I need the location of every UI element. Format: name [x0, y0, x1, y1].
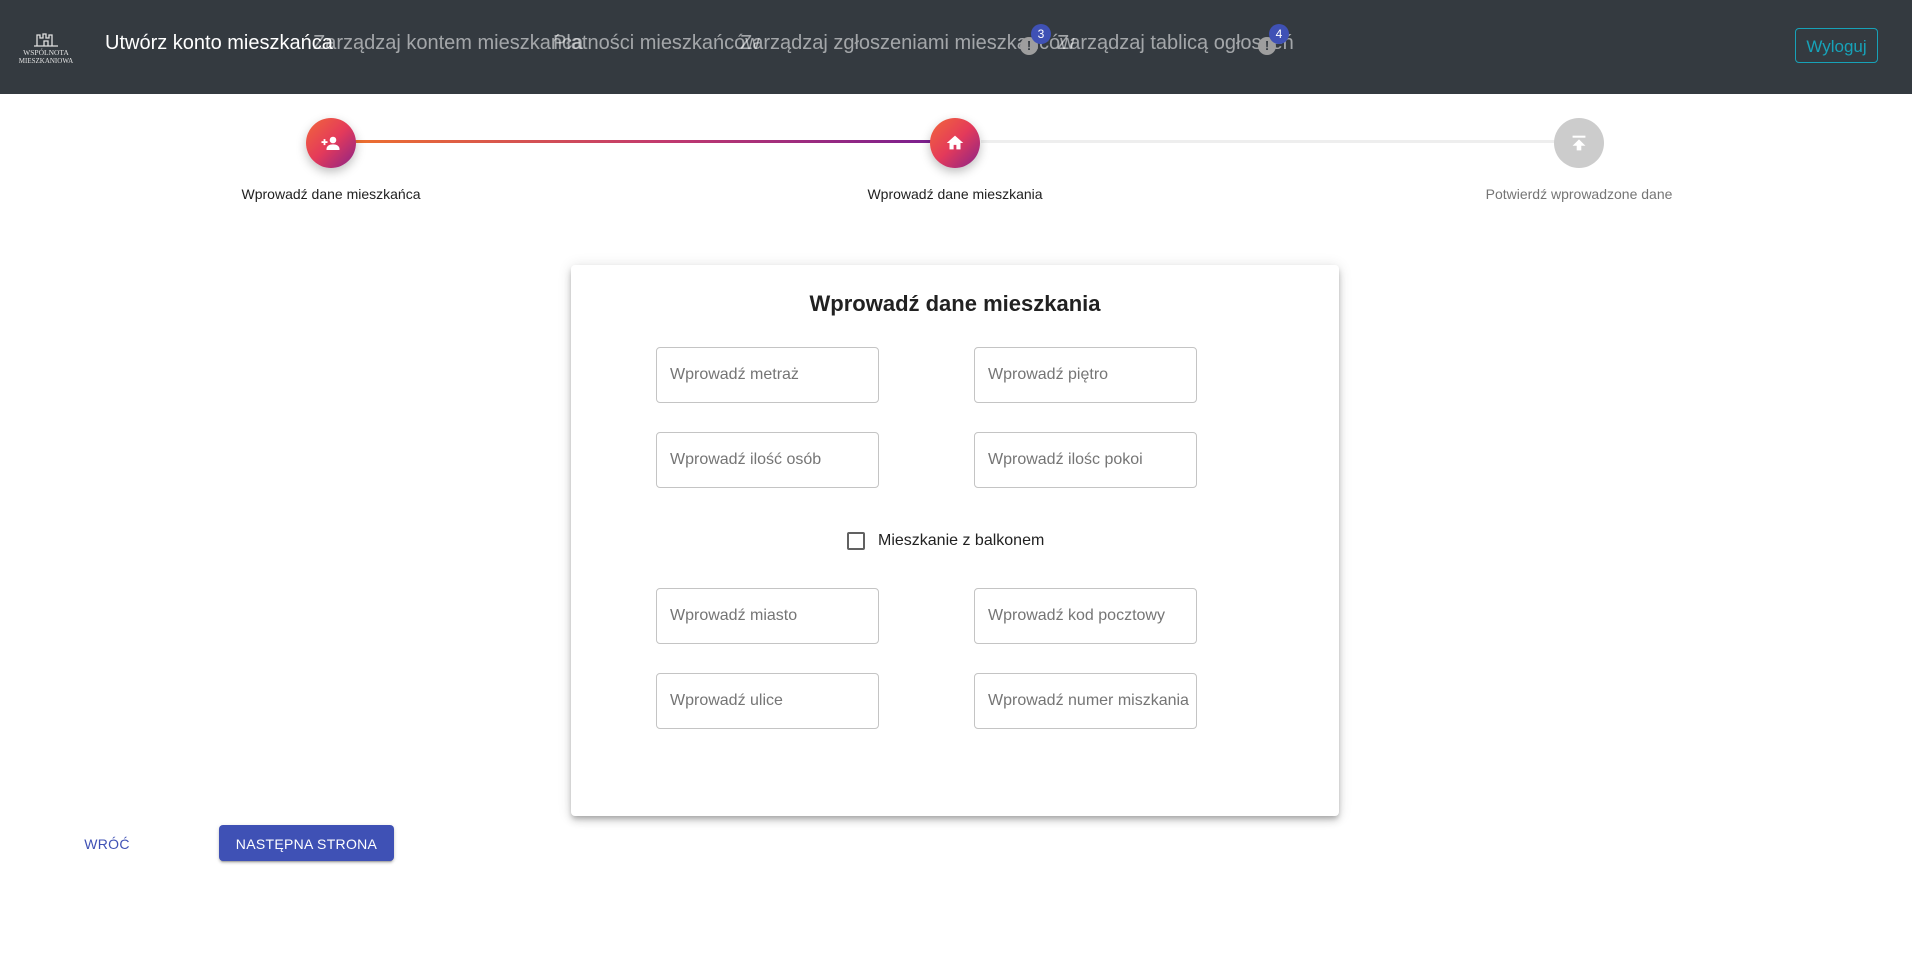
- step-1-label: Wprowadź dane mieszkańca: [241, 186, 421, 202]
- step-connector-pending: [981, 140, 1555, 143]
- reports-badge: 3: [1031, 24, 1051, 44]
- top-navbar: WSPÓLNOTA MIESZKANIOWA Utwórz konto mies…: [0, 0, 1912, 94]
- back-button[interactable]: WRÓĆ: [66, 825, 148, 861]
- logo-line2: MIESZKANIOWA: [19, 57, 73, 65]
- logout-button[interactable]: Wyloguj: [1795, 28, 1878, 63]
- step-2-label: Wprowadź dane mieszkania: [867, 186, 1043, 202]
- form-title: Wprowadź dane mieszkania: [809, 291, 1101, 316]
- apartment-form-card: Wprowadź dane mieszkania Mieszkanie z ba…: [571, 265, 1339, 816]
- step-3-label: Potwierdź wprowadzone dane: [1485, 186, 1673, 202]
- street-input[interactable]: [656, 673, 879, 729]
- castle-icon: WSPÓLNOTA MIESZKANIOWA: [19, 33, 73, 65]
- apartment-number-input[interactable]: [974, 673, 1197, 729]
- logo[interactable]: WSPÓLNOTA MIESZKANIOWA: [13, 26, 79, 66]
- step-2-circle: [930, 118, 980, 168]
- home-icon: [946, 135, 964, 150]
- persons-input[interactable]: [656, 432, 879, 488]
- nav-resident-payments[interactable]: Płatności mieszkańców: [553, 31, 760, 55]
- city-input[interactable]: [656, 588, 879, 644]
- postal-code-input[interactable]: [974, 588, 1197, 644]
- area-input[interactable]: [656, 347, 879, 403]
- balcony-checkbox-row[interactable]: Mieszkanie z balkonem: [847, 529, 1044, 553]
- step-3-circle: [1554, 118, 1604, 168]
- notice-board-badge: 4: [1269, 24, 1289, 44]
- nav-create-resident[interactable]: Utwórz konto mieszkańca: [105, 31, 333, 55]
- person-add-icon: [321, 136, 340, 150]
- next-page-button[interactable]: NASTĘPNA STRONA: [219, 825, 394, 861]
- nav-manage-resident-account[interactable]: Zarządzaj kontem mieszkańca: [313, 31, 583, 55]
- logo-line1: WSPÓLNOTA: [23, 47, 69, 57]
- publish-icon: [1572, 135, 1586, 151]
- rooms-input[interactable]: [974, 432, 1197, 488]
- balcony-checkbox[interactable]: [847, 532, 865, 550]
- floor-input[interactable]: [974, 347, 1197, 403]
- step-1-circle: [306, 118, 356, 168]
- step-connector-completed: [331, 140, 931, 143]
- balcony-label: Mieszkanie z balkonem: [878, 532, 1045, 549]
